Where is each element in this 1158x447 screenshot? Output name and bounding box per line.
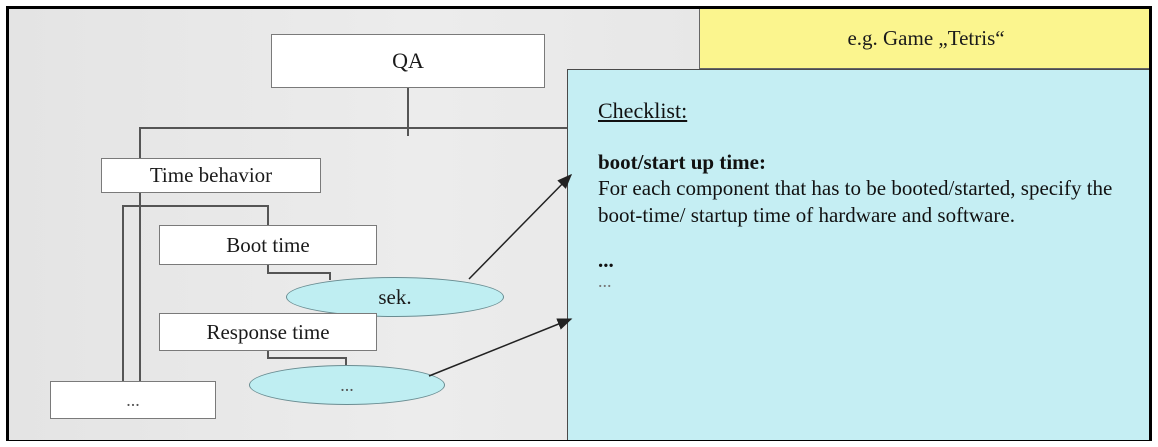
arrow-boot-time [468,173,573,280]
diagram-frame: QA Time behavior Boot time sek. Response… [6,6,1152,441]
arrow-layer [428,173,573,377]
arrow-response-time [428,318,573,377]
